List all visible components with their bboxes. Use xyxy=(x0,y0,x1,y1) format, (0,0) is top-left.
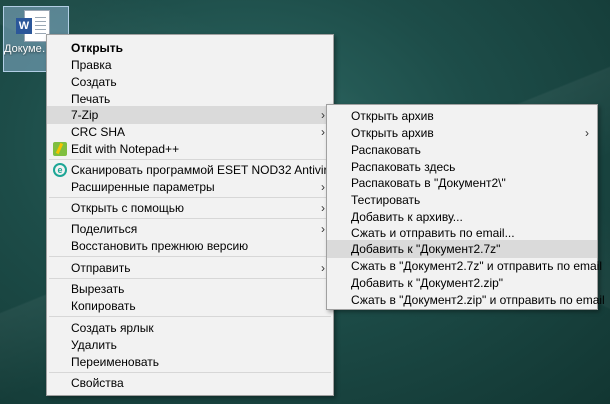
menu-separator xyxy=(49,256,331,257)
menu-separator xyxy=(49,372,331,373)
menu-item-send-to[interactable]: Отправить › xyxy=(47,259,333,277)
notepadpp-icon xyxy=(53,142,67,156)
menu-item-open[interactable]: Открыть xyxy=(47,39,333,57)
menu-separator xyxy=(49,159,331,160)
menu-item-create-shortcut[interactable]: Создать ярлык xyxy=(47,319,333,337)
submenu-item-extract-to-folder[interactable]: Распаковать в "Документ2\" xyxy=(327,174,597,192)
menu-item-new[interactable]: Создать xyxy=(47,73,333,91)
submenu-item-add-to-7z[interactable]: Добавить к "Документ2.7z" xyxy=(327,240,597,258)
submenu-item-test[interactable]: Тестировать xyxy=(327,191,597,209)
submenu-item-add-to-zip[interactable]: Добавить к "Документ2.zip" xyxy=(327,274,597,292)
chevron-right-icon: › xyxy=(321,180,325,194)
submenu-item-extract[interactable]: Распаковать xyxy=(327,141,597,159)
menu-item-restore-version[interactable]: Восстановить прежнюю версию xyxy=(47,237,333,255)
menu-item-edit[interactable]: Правка xyxy=(47,56,333,74)
menu-item-cut[interactable]: Вырезать xyxy=(47,280,333,298)
menu-item-notepadpp[interactable]: Edit with Notepad++ xyxy=(47,140,333,158)
chevron-right-icon: › xyxy=(585,126,589,140)
menu-item-delete[interactable]: Удалить xyxy=(47,336,333,354)
chevron-right-icon: › xyxy=(321,108,325,122)
word-logo-icon: W xyxy=(16,18,32,34)
menu-item-7zip[interactable]: 7-Zip › xyxy=(47,106,333,124)
chevron-right-icon: › xyxy=(321,125,325,139)
menu-item-crc-sha[interactable]: CRC SHA › xyxy=(47,123,333,141)
menu-separator xyxy=(49,278,331,279)
chevron-right-icon: › xyxy=(321,201,325,215)
eset-icon: e xyxy=(53,163,67,177)
7zip-submenu: Открыть архив Открыть архив › Распаковат… xyxy=(326,104,605,310)
context-menu: Открыть Правка Создать Печать 7-Zip › CR… xyxy=(46,34,340,396)
menu-separator xyxy=(49,316,331,317)
submenu-item-open-archive-more[interactable]: Открыть архив › xyxy=(327,124,597,142)
chevron-right-icon: › xyxy=(321,261,325,275)
chevron-right-icon: › xyxy=(321,222,325,236)
menu-item-share[interactable]: Поделиться › xyxy=(47,220,333,238)
menu-item-open-with[interactable]: Открыть с помощью › xyxy=(47,199,333,217)
menu-item-properties[interactable]: Свойства xyxy=(47,374,333,392)
menu-item-advanced[interactable]: Расширенные параметры › xyxy=(47,178,333,196)
submenu-item-compress-zip-email[interactable]: Сжать в "Документ2.zip" и отправить по e… xyxy=(327,291,605,309)
menu-item-copy[interactable]: Копировать xyxy=(47,297,333,315)
menu-separator xyxy=(49,197,331,198)
menu-separator xyxy=(49,218,331,219)
submenu-item-open-archive[interactable]: Открыть архив xyxy=(327,107,597,125)
menu-item-rename[interactable]: Переименовать xyxy=(47,353,333,371)
menu-item-eset-scan[interactable]: e Сканировать программой ESET NOD32 Anti… xyxy=(47,161,340,179)
submenu-item-compress-7z-email[interactable]: Сжать в "Документ2.7z" и отправить по em… xyxy=(327,257,602,275)
